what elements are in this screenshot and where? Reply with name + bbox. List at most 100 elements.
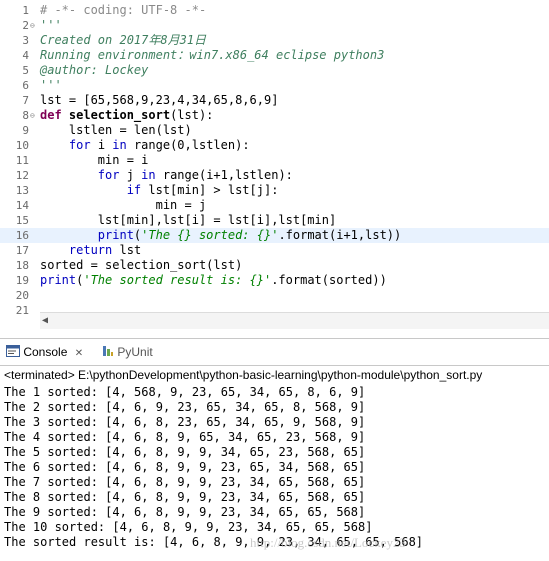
code-token: (lst):: [170, 108, 214, 122]
line-number: 3: [22, 34, 29, 47]
line-number: 10: [15, 139, 29, 152]
fold-toggle-icon[interactable]: ⊖: [30, 18, 39, 33]
code-token: return: [68, 243, 113, 257]
code-token: j: [119, 168, 142, 182]
code-token: # -*- coding: UTF-8 -*-: [40, 3, 207, 17]
pyunit-icon: [102, 344, 114, 362]
code-token: .format(i+1,lst)): [278, 228, 402, 242]
code-text: ''': [40, 78, 62, 93]
line-number: 9: [22, 124, 29, 137]
code-token: lst[min] > lst[j]:: [141, 183, 279, 197]
tab-console[interactable]: Console ✕: [6, 343, 83, 361]
code-token: Running environment：win7.x86_64 eclipse …: [40, 48, 385, 62]
code-token: print: [40, 273, 77, 287]
line-number: 15: [15, 214, 29, 227]
horizontal-scrollbar[interactable]: ◀: [40, 312, 549, 329]
code-token: print: [97, 228, 134, 242]
code-line[interactable]: 13 if lst[min] > lst[j]:: [0, 183, 549, 198]
code-text: for i in range(0,lstlen):: [40, 138, 250, 153]
tab-console-label: Console: [23, 345, 68, 359]
fold-toggle-icon[interactable]: ⊖: [30, 108, 39, 123]
watermark: http://blog.csdn.net/Lockey23: [250, 535, 406, 550]
code-token: Created on 2017年8月31日: [40, 33, 207, 47]
code-line[interactable]: 17 return lst: [0, 243, 549, 258]
code-token: sorted = selection_sort(lst): [40, 258, 243, 272]
code-line[interactable]: 19 print('The sorted result is: {}'.forma…: [0, 273, 549, 288]
code-text: @author: Lockey: [40, 63, 148, 78]
code-editor[interactable]: 1 # -*- coding: UTF-8 -*- 2 ⊖ ''' 3 Created on…: [0, 0, 549, 334]
code-token: in: [141, 168, 156, 182]
code-token: min = i: [40, 153, 149, 167]
code-line[interactable]: 8 ⊖ def selection_sort(lst):: [0, 108, 549, 123]
line-number: 5: [22, 64, 29, 77]
code-token: for: [68, 138, 91, 152]
line-number: 18: [15, 259, 29, 272]
code-text: print('The {} sorted: {}'.format(i+1,lst…: [40, 228, 401, 243]
console-output-line: The 3 sorted: [4, 6, 8, 23, 65, 34, 65, …: [4, 415, 366, 429]
code-line[interactable]: 1 # -*- coding: UTF-8 -*-: [0, 3, 549, 18]
line-number: 7: [22, 94, 29, 107]
code-line[interactable]: 2 ⊖ ''': [0, 18, 549, 33]
code-text: if lst[min] > lst[j]:: [40, 183, 279, 198]
console-output-line: The 9 sorted: [4, 6, 8, 9, 9, 23, 34, 65…: [4, 505, 366, 519]
code-text: print('The sorted result is: {}'.format(…: [40, 273, 387, 288]
tab-pyunit-label: PyUnit: [117, 345, 153, 359]
code-text: min = j: [40, 198, 207, 213]
console-output-line: The 2 sorted: [4, 6, 9, 23, 65, 34, 65, …: [4, 400, 366, 414]
code-text: ''': [40, 18, 62, 33]
line-number: 20: [15, 289, 29, 302]
code-line[interactable]: 5 @author: Lockey: [0, 63, 549, 78]
tab-pyunit[interactable]: PyUnit: [102, 343, 153, 361]
code-line[interactable]: 9 lstlen = len(lst): [0, 123, 549, 138]
code-text: lst = [65,568,9,23,4,34,65,8,6,9]: [40, 93, 278, 108]
code-line[interactable]: 16 print('The {} sorted: {}'.format(i+1,…: [0, 228, 549, 243]
console-output-line: The 7 sorted: [4, 6, 8, 9, 9, 23, 34, 65…: [4, 475, 366, 489]
code-token: in: [112, 138, 127, 152]
close-icon[interactable]: ✕: [75, 348, 83, 359]
console-output-line: The 8 sorted: [4, 6, 8, 9, 9, 23, 34, 65…: [4, 490, 366, 504]
line-number: 19: [15, 274, 29, 287]
code-token: ''': [40, 18, 62, 32]
code-token: i: [90, 138, 113, 152]
console-icon: [6, 344, 20, 362]
code-token: 'The {} sorted: {}': [141, 228, 279, 242]
code-line[interactable]: 15 lst[min],lst[i] = lst[i],lst[min]: [0, 213, 549, 228]
code-token: range(0,lstlen):: [126, 138, 250, 152]
line-number: 8: [22, 109, 29, 122]
code-token: if: [126, 183, 142, 197]
line-number: 16: [15, 229, 29, 242]
console-output[interactable]: The 1 sorted: [4, 568, 9, 23, 65, 34, 65…: [4, 385, 423, 550]
console-output-line: The 1 sorted: [4, 568, 9, 23, 65, 34, 65…: [4, 385, 366, 399]
code-line[interactable]: 3 Created on 2017年8月31日: [0, 33, 549, 48]
line-number: 12: [15, 169, 29, 182]
line-number: 1: [22, 4, 29, 17]
code-text: for j in range(i+1,lstlen):: [40, 168, 293, 183]
console-output-line: The 5 sorted: [4, 6, 8, 9, 9, 34, 65, 23…: [4, 445, 366, 459]
code-line[interactable]: 4 Running environment：win7.x86_64 eclipse…: [0, 48, 549, 63]
line-number: 13: [15, 184, 29, 197]
code-line[interactable]: 12 for j in range(i+1,lstlen):: [0, 168, 549, 183]
code-text: lst[min],lst[i] = lst[i],lst[min]: [40, 213, 336, 228]
code-line[interactable]: 14 min = j: [0, 198, 549, 213]
code-token: for: [97, 168, 120, 182]
code-token: lstlen = len(lst): [40, 123, 192, 137]
line-number: 11: [15, 154, 29, 167]
code-line[interactable]: 6 ''': [0, 78, 549, 93]
code-text: min = i: [40, 153, 149, 168]
code-line[interactable]: 20: [0, 288, 549, 303]
code-token: .format(sorted)): [271, 273, 387, 287]
code-line[interactable]: 10 for i in range(0,lstlen):: [0, 138, 549, 153]
code-text: def selection_sort(lst):: [40, 108, 213, 123]
code-token: lst[min],lst[i] = lst[i],lst[min]: [40, 213, 337, 227]
code-text: # -*- coding: UTF-8 -*-: [40, 3, 206, 18]
code-line[interactable]: 7 lst = [65,568,9,23,4,34,65,8,6,9]: [0, 93, 549, 108]
code-line[interactable]: 18 sorted = selection_sort(lst): [0, 258, 549, 273]
code-line[interactable]: 11 min = i: [0, 153, 549, 168]
console-output-line: The 4 sorted: [4, 6, 8, 9, 65, 34, 65, 2…: [4, 430, 366, 444]
scroll-left-icon[interactable]: ◀: [42, 315, 48, 326]
code-text: lstlen = len(lst): [40, 123, 192, 138]
